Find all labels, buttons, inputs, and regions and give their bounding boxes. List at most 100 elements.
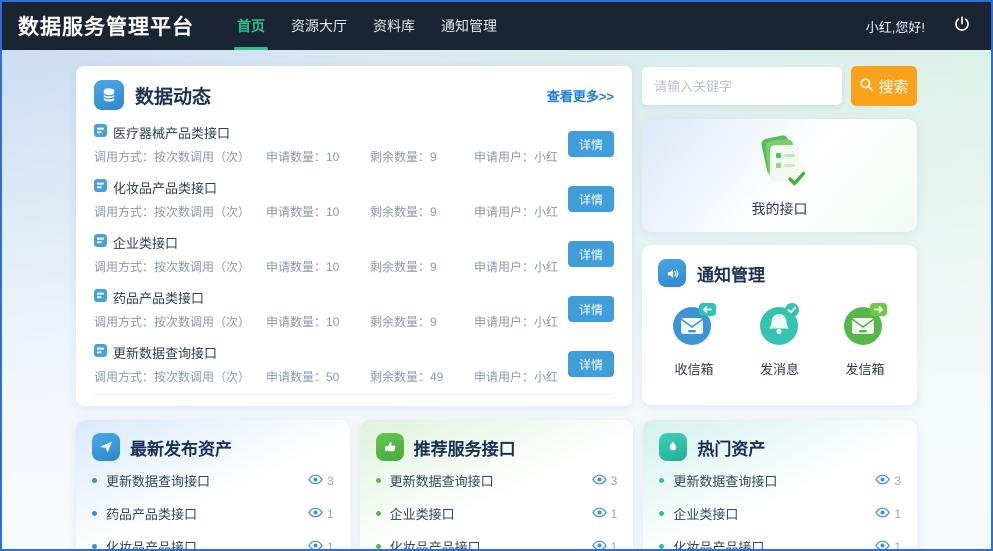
eye-icon xyxy=(875,505,890,523)
nav-item-notifications[interactable]: 通知管理 xyxy=(428,2,510,50)
view-count: 1 xyxy=(327,540,334,551)
data-dynamics-title: 数据动态 xyxy=(135,82,211,109)
search-bar: 搜索 xyxy=(642,66,917,106)
my-api-label: 我的接口 xyxy=(752,199,808,219)
my-api-card[interactable]: 我的接口 xyxy=(642,119,917,232)
asset-row[interactable]: 化妆品产品接口 1 xyxy=(92,530,334,551)
call-mode: 调用方式：按次数调用（次） xyxy=(94,258,266,275)
asset-name: 化妆品产品接口 xyxy=(390,537,592,551)
eye-icon xyxy=(875,538,890,551)
asset-name: 更新数据查询接口 xyxy=(390,471,592,490)
asset-name: 企业类接口 xyxy=(390,504,592,523)
bottom-cards-row: 最新发布资产 更新数据查询接口 3 药品产品类接口 1 化妆品产品接口 1 xyxy=(76,420,917,551)
hot-assets-title: 热门资产 xyxy=(697,435,765,460)
apply-count: 申请数量：10 xyxy=(266,203,370,220)
apply-user: 申请用户：小红 xyxy=(474,203,558,220)
search-input[interactable] xyxy=(642,67,842,105)
apply-count: 申请数量：10 xyxy=(266,148,370,165)
apply-user: 申请用户：小红 xyxy=(474,368,558,385)
app-title: 数据服务管理平台 xyxy=(18,11,194,41)
eye-icon xyxy=(592,505,607,523)
api-doc-icon xyxy=(94,124,107,142)
remain-count: 剩余数量：49 xyxy=(370,368,474,385)
power-icon xyxy=(953,15,971,38)
asset-row[interactable]: 化妆品产品接口 1 xyxy=(659,530,901,551)
nav-item-home[interactable]: 首页 xyxy=(224,2,278,50)
apply-count: 申请数量：10 xyxy=(266,258,370,275)
notification-title: 通知管理 xyxy=(697,261,765,286)
asset-name: 化妆品产品接口 xyxy=(106,537,308,551)
bullet-dot xyxy=(659,511,664,516)
bullet-dot xyxy=(659,544,664,549)
bullet-dot xyxy=(376,544,381,549)
data-dynamics-card: 数据动态 查看更多>> 医疗器械产品类接口 调用方式：按次数调用（次） xyxy=(76,66,632,406)
remain-count: 剩余数量：9 xyxy=(370,203,474,220)
detail-button[interactable]: 详情 xyxy=(568,351,614,377)
feed-item: 更新数据查询接口 调用方式：按次数调用（次） 申请数量：50 剩余数量：49 申… xyxy=(94,336,614,395)
nav-item-resource-hall[interactable]: 资源大厅 xyxy=(278,2,360,50)
recommended-apis-title: 推荐服务接口 xyxy=(414,435,516,460)
asset-row[interactable]: 更新数据查询接口 3 xyxy=(92,464,334,497)
feed-item: 医疗器械产品类接口 调用方式：按次数调用（次） 申请数量：10 剩余数量：9 申… xyxy=(94,116,614,171)
asset-row[interactable]: 企业类接口 1 xyxy=(376,497,618,530)
asset-name: 药品产品类接口 xyxy=(106,504,308,523)
apply-user: 申请用户：小红 xyxy=(474,313,558,330)
recommended-apis-card: 推荐服务接口 更新数据查询接口 3 企业类接口 1 化妆品产品接口 1 xyxy=(360,420,634,551)
asset-row[interactable]: 更新数据查询接口 3 xyxy=(376,464,618,497)
api-doc-icon xyxy=(94,179,107,197)
api-name: 企业类接口 xyxy=(113,233,178,252)
right-column: 搜索 xyxy=(642,66,917,406)
bullet-dot xyxy=(92,478,97,483)
search-button[interactable]: 搜索 xyxy=(851,66,917,106)
app-window: 数据服务管理平台 首页 资源大厅 资料库 通知管理 小红,您好! 数据动态 xyxy=(0,0,993,551)
outbox-item[interactable]: 发信箱 xyxy=(841,301,889,378)
inbox-item[interactable]: 收信箱 xyxy=(670,301,718,378)
search-icon xyxy=(859,77,874,96)
api-feed-list: 医疗器械产品类接口 调用方式：按次数调用（次） 申请数量：10 剩余数量：9 申… xyxy=(94,116,614,395)
asset-row[interactable]: 药品产品类接口 1 xyxy=(92,497,334,530)
send-message-label: 发消息 xyxy=(760,359,799,378)
detail-button[interactable]: 详情 xyxy=(568,296,614,322)
logout-power-button[interactable] xyxy=(951,15,973,37)
flame-icon xyxy=(659,433,687,461)
view-count: 1 xyxy=(327,507,334,521)
detail-button[interactable]: 详情 xyxy=(568,241,614,267)
api-name: 化妆品产品类接口 xyxy=(113,178,217,197)
asset-name: 企业类接口 xyxy=(673,504,875,523)
api-doc-icon xyxy=(94,234,107,252)
feed-item: 化妆品产品类接口 调用方式：按次数调用（次） 申请数量：10 剩余数量：9 申请… xyxy=(94,171,614,226)
detail-button[interactable]: 详情 xyxy=(568,131,614,157)
detail-button[interactable]: 详情 xyxy=(568,186,614,212)
api-doc-icon xyxy=(94,344,107,362)
my-api-docs-icon xyxy=(747,132,813,197)
latest-assets-card: 最新发布资产 更新数据查询接口 3 药品产品类接口 1 化妆品产品接口 1 xyxy=(76,420,350,551)
main-nav: 首页 资源大厅 资料库 通知管理 xyxy=(224,2,510,50)
asset-name: 更新数据查询接口 xyxy=(673,471,875,490)
inbox-label: 收信箱 xyxy=(674,359,713,378)
apply-count: 申请数量：50 xyxy=(266,368,370,385)
eye-icon xyxy=(592,472,607,490)
asset-row[interactable]: 化妆品产品接口 1 xyxy=(376,530,618,551)
notification-card: 通知管理 xyxy=(642,245,917,405)
bullet-dot xyxy=(659,478,664,483)
view-more-link[interactable]: 查看更多>> xyxy=(547,86,614,105)
recommend-icon xyxy=(376,433,404,461)
bullet-dot xyxy=(92,544,97,549)
hot-assets-card: 热门资产 更新数据查询接口 3 企业类接口 1 化妆品产品接口 1 xyxy=(643,420,917,551)
asset-row[interactable]: 企业类接口 1 xyxy=(659,497,901,530)
eye-icon xyxy=(308,472,323,490)
asset-row[interactable]: 更新数据查询接口 3 xyxy=(659,464,901,497)
feed-item: 企业类接口 调用方式：按次数调用（次） 申请数量：10 剩余数量：9 申请用户：… xyxy=(94,226,614,281)
bullet-dot xyxy=(376,511,381,516)
view-count: 3 xyxy=(611,474,618,488)
inbox-icon xyxy=(670,301,718,352)
latest-assets-title: 最新发布资产 xyxy=(130,435,232,460)
call-mode: 调用方式：按次数调用（次） xyxy=(94,148,266,165)
call-mode: 调用方式：按次数调用（次） xyxy=(94,313,266,330)
main-content: 数据动态 查看更多>> 医疗器械产品类接口 调用方式：按次数调用（次） xyxy=(2,50,991,551)
api-name: 药品产品类接口 xyxy=(113,288,204,307)
asset-name: 更新数据查询接口 xyxy=(106,471,308,490)
nav-item-library[interactable]: 资料库 xyxy=(360,2,428,50)
send-message-item[interactable]: 发消息 xyxy=(756,301,804,378)
api-doc-icon xyxy=(94,289,107,307)
